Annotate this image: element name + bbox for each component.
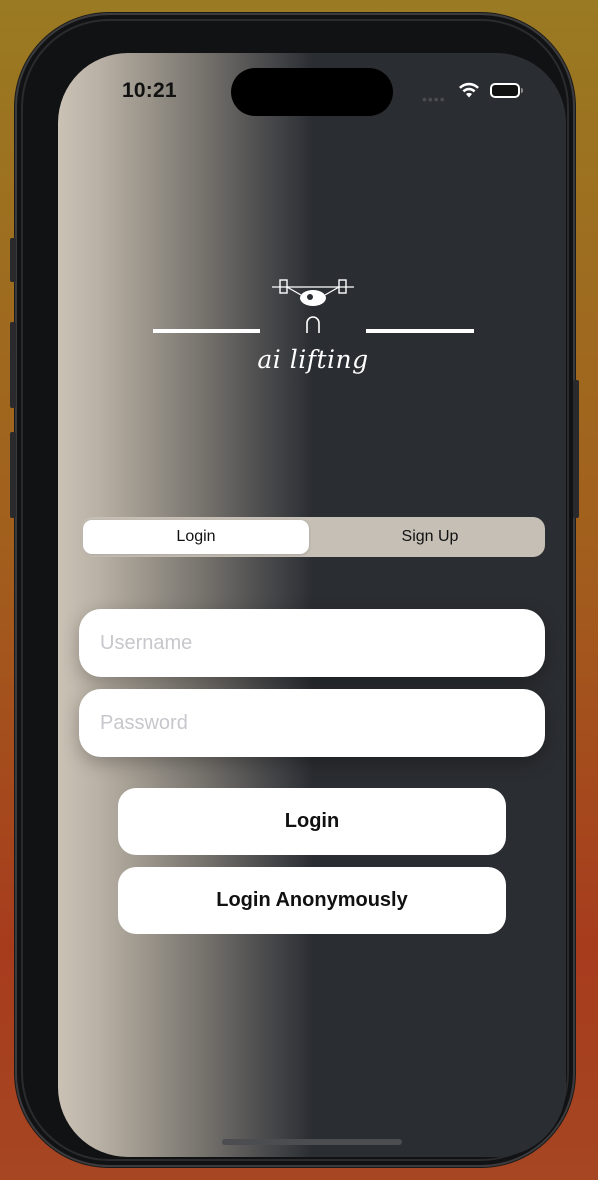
volume-up-button <box>10 322 16 408</box>
login-button[interactable]: Login <box>118 788 506 855</box>
battery-cap <box>521 88 523 93</box>
status-bar: 10:21 •••• <box>58 53 566 133</box>
battery-icon <box>490 83 520 98</box>
phone-frame: 10:21 •••• ai lifting Login Sign Up User… <box>17 15 573 1165</box>
logo-line-right <box>366 329 474 333</box>
silent-switch <box>10 238 16 282</box>
auth-mode-segmented-control: Login Sign Up <box>81 517 545 557</box>
dynamic-island <box>231 68 393 116</box>
tab-sign-up[interactable]: Sign Up <box>317 520 543 554</box>
wifi-icon <box>459 82 479 98</box>
cellular-dots-icon: •••• <box>422 91 446 107</box>
volume-down-button <box>10 432 16 518</box>
tab-login[interactable]: Login <box>83 520 309 554</box>
logo-text: ai lifting <box>257 345 369 374</box>
power-button <box>573 380 579 518</box>
app-screen: 10:21 •••• ai lifting Login Sign Up User… <box>58 53 566 1157</box>
username-input[interactable] <box>79 609 545 677</box>
password-input[interactable] <box>79 689 545 757</box>
status-time: 10:21 <box>122 79 177 102</box>
home-indicator[interactable] <box>222 1139 402 1145</box>
app-logo: ai lifting <box>148 273 478 383</box>
logo-line-left <box>153 329 260 333</box>
login-anonymously-button[interactable]: Login Anonymously <box>118 867 506 934</box>
